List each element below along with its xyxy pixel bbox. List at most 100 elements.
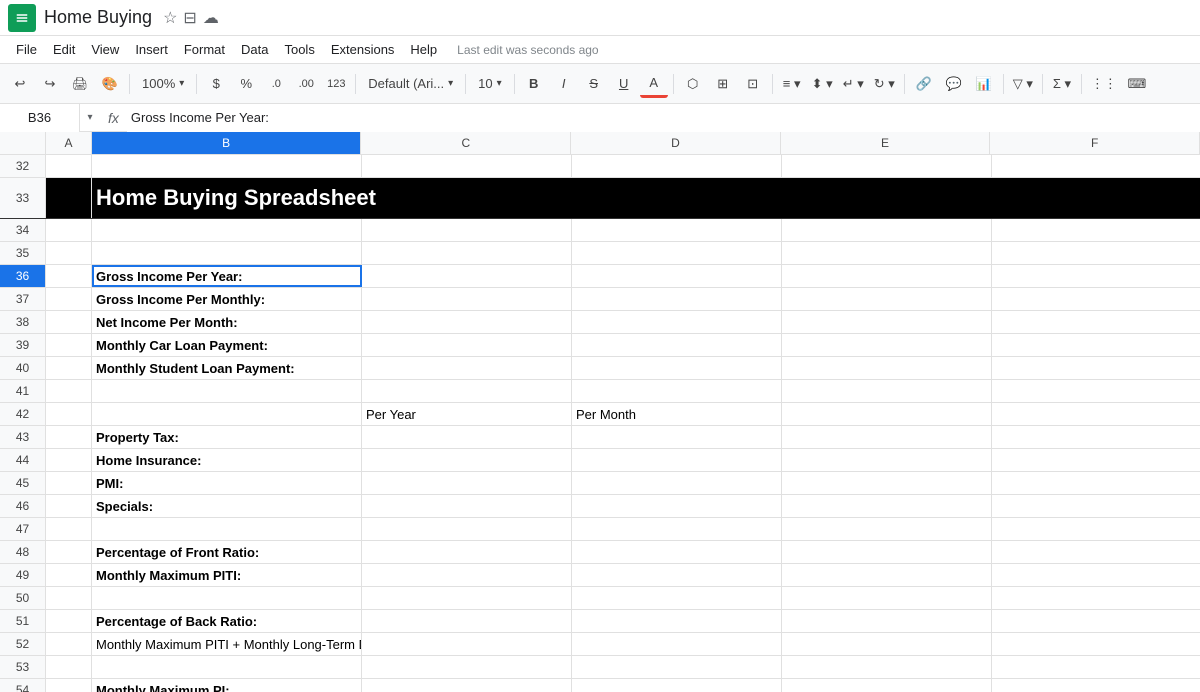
cell-f42[interactable] xyxy=(992,403,1200,425)
cell-f47[interactable] xyxy=(992,518,1200,540)
cell-e38[interactable] xyxy=(782,311,992,333)
cell-a50[interactable] xyxy=(46,587,92,609)
row-num-47[interactable]: 47 xyxy=(0,518,46,540)
cell-e46[interactable] xyxy=(782,495,992,517)
row-num-40[interactable]: 40 xyxy=(0,357,46,379)
cell-a45[interactable] xyxy=(46,472,92,494)
cell-e49[interactable] xyxy=(782,564,992,586)
cell-a54[interactable] xyxy=(46,679,92,692)
font-size-dropdown[interactable]: 10 ▾ xyxy=(471,70,509,98)
cell-f38[interactable] xyxy=(992,311,1200,333)
cell-d38[interactable] xyxy=(572,311,782,333)
wrap-text-button[interactable]: ↵ ▾ xyxy=(839,70,868,98)
undo-button[interactable]: ↩ xyxy=(6,70,34,98)
row-num-50[interactable]: 50 xyxy=(0,587,46,609)
row-num-52[interactable]: 52 xyxy=(0,633,46,655)
cell-c50[interactable] xyxy=(362,587,572,609)
cell-f46[interactable] xyxy=(992,495,1200,517)
cell-f53[interactable] xyxy=(992,656,1200,678)
cell-c37[interactable] xyxy=(362,288,572,310)
menu-insert[interactable]: Insert xyxy=(127,38,176,61)
cell-e34[interactable] xyxy=(782,219,992,241)
cell-a43[interactable] xyxy=(46,426,92,448)
cell-b54[interactable]: Monthly Maximum PI: xyxy=(92,679,362,692)
col-header-a[interactable]: A xyxy=(46,132,92,154)
row-num-38[interactable]: 38 xyxy=(0,311,46,333)
row-num-42[interactable]: 42 xyxy=(0,403,46,425)
dollar-button[interactable]: $ xyxy=(202,70,230,98)
cloud-icon[interactable]: ☁ xyxy=(203,8,219,28)
cell-e40[interactable] xyxy=(782,357,992,379)
cell-a38[interactable] xyxy=(46,311,92,333)
chart-button[interactable]: 📊 xyxy=(970,70,998,98)
cell-a40[interactable] xyxy=(46,357,92,379)
star-icon[interactable]: ☆ xyxy=(163,8,177,28)
cell-e39[interactable] xyxy=(782,334,992,356)
cell-c34[interactable] xyxy=(362,219,572,241)
cell-e47[interactable] xyxy=(782,518,992,540)
cell-e37[interactable] xyxy=(782,288,992,310)
cell-b40[interactable]: Monthly Student Loan Payment: xyxy=(92,357,362,379)
menu-view[interactable]: View xyxy=(83,38,127,61)
cell-b52[interactable]: Monthly Maximum PITI + Monthly Long-Term… xyxy=(92,633,362,655)
cell-b50[interactable] xyxy=(92,587,362,609)
cell-b34[interactable] xyxy=(92,219,362,241)
cell-f34[interactable] xyxy=(992,219,1200,241)
cell-f40[interactable] xyxy=(992,357,1200,379)
cell-f54[interactable] xyxy=(992,679,1200,692)
cell-e41[interactable] xyxy=(782,380,992,402)
col-header-d[interactable]: D xyxy=(571,132,781,154)
fill-color-button[interactable]: ⬡ xyxy=(679,70,707,98)
cell-c53[interactable] xyxy=(362,656,572,678)
cell-e50[interactable] xyxy=(782,587,992,609)
cell-a53[interactable] xyxy=(46,656,92,678)
row-num-43[interactable]: 43 xyxy=(0,426,46,448)
row-num-46[interactable]: 46 xyxy=(0,495,46,517)
cell-d43[interactable] xyxy=(572,426,782,448)
cell-a41[interactable] xyxy=(46,380,92,402)
cell-b36[interactable]: Gross Income Per Year: xyxy=(92,265,362,287)
cell-f50[interactable] xyxy=(992,587,1200,609)
align-h-button[interactable]: ≡ ▾ xyxy=(778,70,806,98)
cell-f36[interactable] xyxy=(992,265,1200,287)
cell-c42[interactable]: Per Year xyxy=(362,403,572,425)
row-num-35[interactable]: 35 xyxy=(0,242,46,264)
cell-d42[interactable]: Per Month xyxy=(572,403,782,425)
cell-a32[interactable] xyxy=(46,155,92,177)
cell-b35[interactable] xyxy=(92,242,362,264)
cell-a52[interactable] xyxy=(46,633,92,655)
cell-e43[interactable] xyxy=(782,426,992,448)
font-family-dropdown[interactable]: Default (Ari... ▾ xyxy=(361,70,460,98)
cell-f43[interactable] xyxy=(992,426,1200,448)
drive-icon[interactable]: ⊟ xyxy=(183,8,196,28)
rotate-button[interactable]: ↻ ▾ xyxy=(870,70,899,98)
row-num-44[interactable]: 44 xyxy=(0,449,46,471)
cell-a44[interactable] xyxy=(46,449,92,471)
cell-e53[interactable] xyxy=(782,656,992,678)
cell-d41[interactable] xyxy=(572,380,782,402)
italic-button[interactable]: I xyxy=(550,70,578,98)
cell-c45[interactable] xyxy=(362,472,572,494)
cell-a36[interactable] xyxy=(46,265,92,287)
cell-a42[interactable] xyxy=(46,403,92,425)
row-num-41[interactable]: 41 xyxy=(0,380,46,402)
filter-button[interactable]: ▽ ▾ xyxy=(1009,70,1037,98)
cell-a48[interactable] xyxy=(46,541,92,563)
cell-e48[interactable] xyxy=(782,541,992,563)
cell-b45[interactable]: PMI: xyxy=(92,472,362,494)
cell-e36[interactable] xyxy=(782,265,992,287)
cell-b41[interactable] xyxy=(92,380,362,402)
cell-b37[interactable]: Gross Income Per Monthly: xyxy=(92,288,362,310)
row-num-36[interactable]: 36 xyxy=(0,265,46,287)
row-num-39[interactable]: 39 xyxy=(0,334,46,356)
input-tools-button[interactable]: ⌨ xyxy=(1123,70,1151,98)
row-num-33[interactable]: 33 xyxy=(0,178,46,218)
cell-e42[interactable] xyxy=(782,403,992,425)
cell-c38[interactable] xyxy=(362,311,572,333)
percent-button[interactable]: % xyxy=(232,70,260,98)
cell-e51[interactable] xyxy=(782,610,992,632)
strikethrough-button[interactable]: S xyxy=(580,70,608,98)
cell-c48[interactable] xyxy=(362,541,572,563)
cell-c46[interactable] xyxy=(362,495,572,517)
cell-b32[interactable] xyxy=(92,155,362,177)
